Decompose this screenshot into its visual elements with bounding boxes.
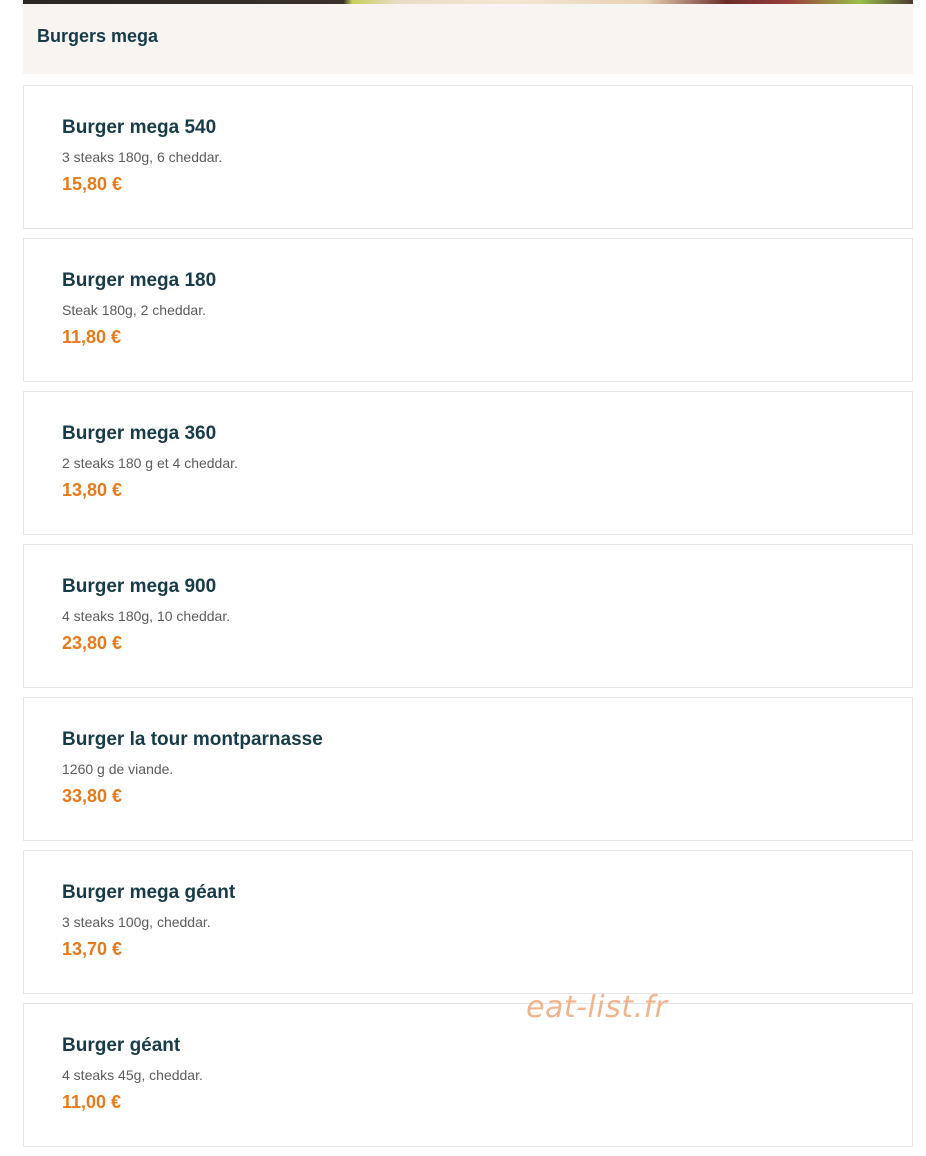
menu-item-description: Steak 180g, 2 cheddar. [62,302,206,318]
menu-item-price: 33,80 € [62,786,123,806]
menu-item-card[interactable]: Burger mega 540 3 steaks 180g, 6 cheddar… [23,85,913,229]
menu-item-name: Burger géant [62,1035,181,1056]
menu-item-price: 13,70 € [62,939,123,959]
category-header: Burgers mega [23,4,913,74]
menu-item-card[interactable]: Burger mega 180 Steak 180g, 2 cheddar. 1… [23,238,913,382]
menu-item-name: Burger mega 180 [62,270,217,291]
menu-item-name: Burger mega géant [62,882,236,903]
menu-item-price: 23,80 € [62,633,123,653]
menu-item-name: Burger mega 540 [62,117,217,138]
menu-item-description: 3 steaks 180g, 6 cheddar. [62,149,223,165]
menu-item-card[interactable]: Burger mega 900 4 steaks 180g, 10 chedda… [23,544,913,688]
menu-item-description: 1260 g de viande. [62,761,174,777]
category-title: Burgers mega [37,25,159,46]
menu-item-description: 2 steaks 180 g et 4 cheddar. [62,455,238,471]
menu-item-name: Burger mega 360 [62,423,217,444]
menu-item-price: 13,80 € [62,480,123,500]
menu-item-card[interactable]: Burger mega géant 3 steaks 100g, cheddar… [23,850,913,994]
menu-item-description: 3 steaks 100g, cheddar. [62,914,211,930]
menu-item-price: 15,80 € [62,174,123,194]
menu-item-list: Burger mega 540 3 steaks 180g, 6 cheddar… [23,85,913,1156]
menu-item-description: 4 steaks 45g, cheddar. [62,1067,203,1083]
menu-item-description: 4 steaks 180g, 10 cheddar. [62,608,231,624]
menu-item-price: 11,00 € [62,1092,122,1112]
menu-item-name: Burger la tour montparnasse [62,729,323,750]
menu-item-name: Burger mega 900 [62,576,217,597]
menu-item-card[interactable]: Burger géant 4 steaks 45g, cheddar. 11,0… [23,1003,913,1147]
menu-item-card[interactable]: Burger la tour montparnasse 1260 g de vi… [23,697,913,841]
menu-item-price: 11,80 € [62,327,122,347]
menu-item-card[interactable]: Burger mega 360 2 steaks 180 g et 4 ched… [23,391,913,535]
